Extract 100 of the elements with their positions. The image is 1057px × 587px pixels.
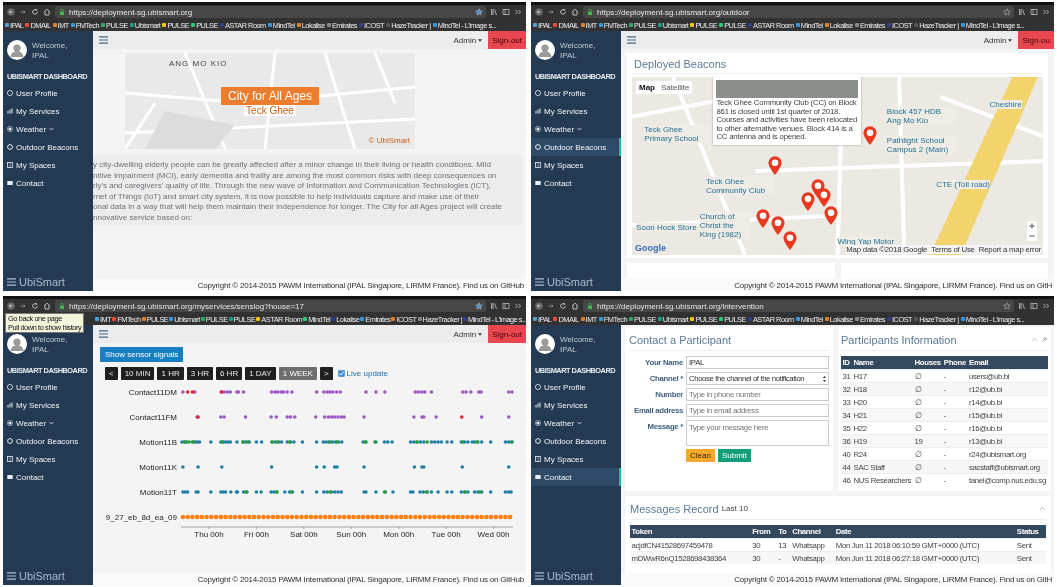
sidebar-item[interactable]: Weather bbox=[3, 120, 93, 138]
star-icon[interactable] bbox=[475, 8, 483, 16]
clean-button[interactable]: Clean bbox=[686, 449, 715, 462]
sidebar-item[interactable]: Weather bbox=[531, 120, 621, 138]
checkbox-icon[interactable] bbox=[337, 370, 345, 377]
sidebar-item[interactable]: Outdoor Beacons bbox=[3, 432, 93, 450]
time-range-button[interactable]: 6 HR bbox=[215, 367, 243, 380]
location-pin-icon[interactable] bbox=[824, 205, 839, 225]
sidebar-item[interactable]: My Services bbox=[3, 102, 93, 120]
library-icon[interactable] bbox=[1018, 8, 1026, 16]
reload-icon[interactable] bbox=[559, 8, 567, 16]
sidebar-item[interactable]: My Spaces bbox=[531, 156, 621, 174]
location-pin-icon[interactable] bbox=[755, 209, 770, 229]
place-label: Cheshire bbox=[989, 100, 1022, 110]
account-menu[interactable]: Admin bbox=[983, 35, 1013, 45]
sidebar-item[interactable]: My Services bbox=[3, 396, 93, 414]
sidebar-item[interactable]: User Profile bbox=[3, 84, 93, 102]
sidebar-item[interactable]: User Profile bbox=[3, 378, 93, 396]
next-button[interactable]: > bbox=[319, 367, 333, 380]
library-icon[interactable] bbox=[490, 8, 498, 16]
previous-button[interactable]: < bbox=[105, 367, 118, 380]
library-icon[interactable] bbox=[490, 302, 498, 310]
back-icon[interactable] bbox=[535, 302, 543, 310]
grid-icon bbox=[7, 456, 13, 462]
home-icon[interactable] bbox=[571, 8, 579, 16]
sidebar-item[interactable]: Outdoor Beacons bbox=[3, 138, 93, 156]
sidebar-item[interactable]: Contact bbox=[531, 174, 621, 192]
live-update-checkbox[interactable]: Live update bbox=[337, 369, 388, 378]
menu-icon[interactable] bbox=[7, 572, 16, 580]
reload-icon[interactable] bbox=[31, 8, 39, 16]
sign-out-button[interactable]: Sign-out bbox=[488, 31, 526, 49]
time-range-button[interactable]: 1 DAY bbox=[245, 367, 276, 380]
sidebar-item[interactable]: Outdoor Beacons bbox=[531, 138, 621, 156]
overflow-icon[interactable] bbox=[514, 8, 522, 16]
home-icon[interactable] bbox=[43, 8, 51, 16]
sidebar-icon[interactable] bbox=[1030, 8, 1038, 16]
wrench-icon[interactable] bbox=[1041, 336, 1048, 343]
sign-out-button[interactable]: Sign-out bbox=[488, 325, 526, 343]
menu-icon[interactable] bbox=[627, 36, 636, 44]
location-pin-icon[interactable] bbox=[817, 187, 832, 207]
time-range-button[interactable]: 1 HR bbox=[157, 367, 184, 380]
account-menu[interactable]: Admin bbox=[453, 329, 483, 339]
sidebar-item[interactable]: Weather bbox=[3, 414, 93, 432]
back-icon[interactable] bbox=[7, 302, 15, 310]
home-icon[interactable] bbox=[571, 302, 579, 310]
sidebar-item[interactable]: My Spaces bbox=[531, 450, 621, 468]
sidebar-item[interactable]: User Profile bbox=[531, 378, 621, 396]
sidebar-item[interactable]: User Profile bbox=[531, 84, 621, 102]
location-pin-icon[interactable] bbox=[800, 191, 815, 211]
sidebar-item[interactable]: Contact bbox=[3, 468, 93, 486]
sidebar-item[interactable]: Weather bbox=[531, 414, 621, 432]
back-icon[interactable] bbox=[535, 8, 543, 16]
back-icon[interactable] bbox=[7, 8, 15, 16]
user-name: IPAL bbox=[560, 50, 578, 60]
location-pin-icon[interactable] bbox=[771, 216, 786, 236]
reload-icon[interactable] bbox=[31, 302, 39, 310]
address-bar[interactable]: https://deployment-sg.ubismart.org/intervention bbox=[583, 300, 1014, 312]
overflow-icon[interactable] bbox=[514, 302, 522, 310]
menu-icon[interactable] bbox=[99, 330, 108, 338]
star-icon[interactable] bbox=[475, 302, 483, 310]
time-range-button[interactable]: 10 MIN bbox=[120, 367, 155, 380]
sidebar-icon[interactable] bbox=[1030, 302, 1038, 310]
overflow-icon[interactable] bbox=[1042, 8, 1050, 16]
overflow-icon[interactable] bbox=[1042, 302, 1050, 310]
address-bar[interactable]: https://deployment-sg.ubismart.org/outdoor bbox=[583, 6, 1014, 18]
welcome-text: Welcome, bbox=[32, 334, 68, 344]
sidebar-item[interactable]: Outdoor Beacons bbox=[531, 432, 621, 450]
account-menu[interactable]: Admin bbox=[453, 35, 483, 45]
place-label: CTE (Toll road) bbox=[936, 180, 990, 190]
address-bar[interactable]: https://deployment-sg.ubismart.org/myservices/senslog?house=17 bbox=[55, 300, 486, 312]
time-range-button[interactable]: 3 HR bbox=[186, 367, 213, 380]
sidebar-icon[interactable] bbox=[502, 8, 510, 16]
sidebar-item[interactable]: Contact bbox=[531, 468, 621, 486]
zoom-in-icon[interactable] bbox=[1027, 221, 1037, 231]
star-icon[interactable] bbox=[1003, 8, 1011, 16]
forward-icon[interactable] bbox=[19, 302, 27, 310]
forward-icon[interactable] bbox=[19, 8, 27, 16]
menu-icon[interactable] bbox=[535, 278, 544, 286]
location-pin-icon[interactable] bbox=[767, 155, 782, 175]
home-icon[interactable] bbox=[43, 302, 51, 310]
reload-icon[interactable] bbox=[559, 302, 567, 310]
forward-icon[interactable] bbox=[547, 302, 555, 310]
menu-icon[interactable] bbox=[99, 36, 108, 44]
star-icon[interactable] bbox=[1003, 302, 1011, 310]
sidebar-item[interactable]: Contact bbox=[3, 174, 93, 192]
menu-icon[interactable] bbox=[535, 572, 544, 580]
library-icon[interactable] bbox=[1018, 302, 1026, 310]
sidebar-item[interactable]: My Spaces bbox=[3, 450, 93, 468]
sign-out-button[interactable]: Sign-ou bbox=[1018, 31, 1054, 49]
time-range-button[interactable]: 1 WEEK bbox=[278, 367, 317, 380]
forward-icon[interactable] bbox=[547, 8, 555, 16]
sidebar-icon[interactable] bbox=[502, 302, 510, 310]
location-pin-icon[interactable] bbox=[862, 125, 877, 145]
sidebar-item[interactable]: My Services bbox=[531, 396, 621, 414]
show-sensor-signals-button[interactable]: Show sensor signals bbox=[100, 347, 184, 362]
address-bar[interactable]: https://deployment-sg.ubismart.org bbox=[55, 6, 486, 18]
menu-icon[interactable] bbox=[7, 278, 16, 286]
location-pin-icon[interactable] bbox=[783, 230, 798, 250]
sidebar-item[interactable]: My Services bbox=[531, 102, 621, 120]
sidebar-item[interactable]: My Spaces bbox=[3, 156, 93, 174]
